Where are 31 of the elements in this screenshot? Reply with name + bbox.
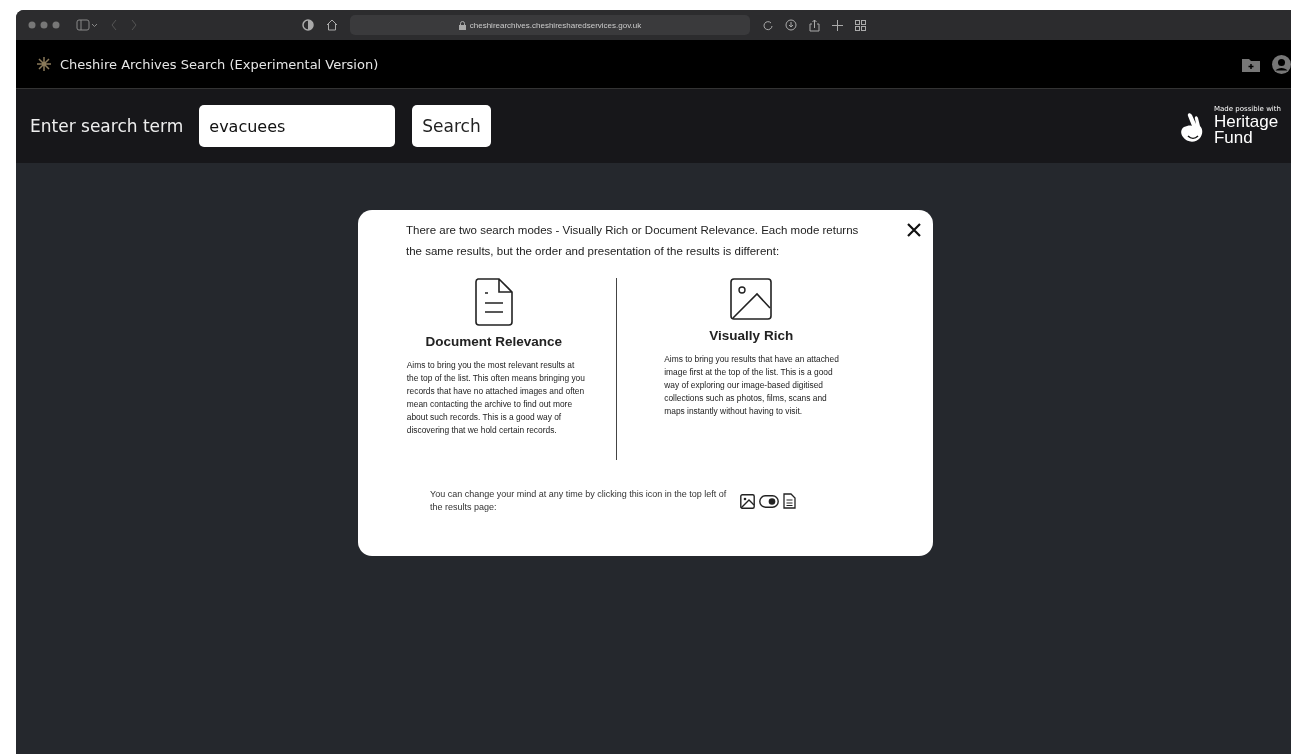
logo-word: Fund [1213, 130, 1253, 147]
search-button[interactable]: Search [412, 105, 491, 147]
search-field[interactable]: evacuees [199, 105, 396, 147]
document-icon [783, 493, 796, 509]
toggle-icon [759, 494, 779, 508]
logo-word: Heritage [1213, 114, 1280, 131]
mode-description: Aims to bring you results that have an attached image first at the top of the list. This is a good way of exploring our image-based digitised collections such as photos, films, scans and maps instantly without having to visit. [663, 353, 840, 418]
user-icon[interactable] [1272, 54, 1291, 74]
tab-overview-icon[interactable] [855, 19, 866, 31]
document-icon [474, 278, 513, 326]
image-icon [740, 493, 755, 509]
share-icon[interactable] [809, 18, 820, 32]
sidebar-icon[interactable] [76, 19, 98, 31]
mode-title: Document Relevance [425, 334, 563, 349]
footer-text: You can change your mind at any time by clicking this icon in the top left of the results page: [430, 488, 728, 514]
address-bar[interactable]: cheshirearchives.cheshiresharedservices.gov.uk [350, 15, 750, 35]
sparkle-icon [36, 56, 52, 72]
image-icon [730, 278, 773, 320]
home-icon[interactable] [326, 19, 338, 31]
lock-icon [458, 20, 466, 30]
reload-icon[interactable] [762, 19, 773, 31]
shield-icon[interactable] [302, 19, 314, 31]
app-title: Cheshire Archives Search (Experimental Version) [60, 56, 379, 72]
intro-text: There are two search modes - Visually Rich or Document Relevance. Each mode returns the same results, but the order and presentation of the results is different: [406, 223, 860, 259]
search-label: Enter search term [30, 116, 184, 136]
folder-icon[interactable] [1242, 56, 1260, 72]
mode-title: Visually Rich [709, 328, 794, 343]
new-tab-icon[interactable] [832, 19, 843, 31]
close-icon[interactable] [907, 223, 921, 237]
download-icon[interactable] [785, 19, 797, 31]
mode-description: Aims to bring you the most relevant results at the top of the list. This often means bringing you records that have no attached images and often mean contacting the archive to find out more about such records. This is a good way of discovering that we hold certain records. [405, 359, 586, 437]
